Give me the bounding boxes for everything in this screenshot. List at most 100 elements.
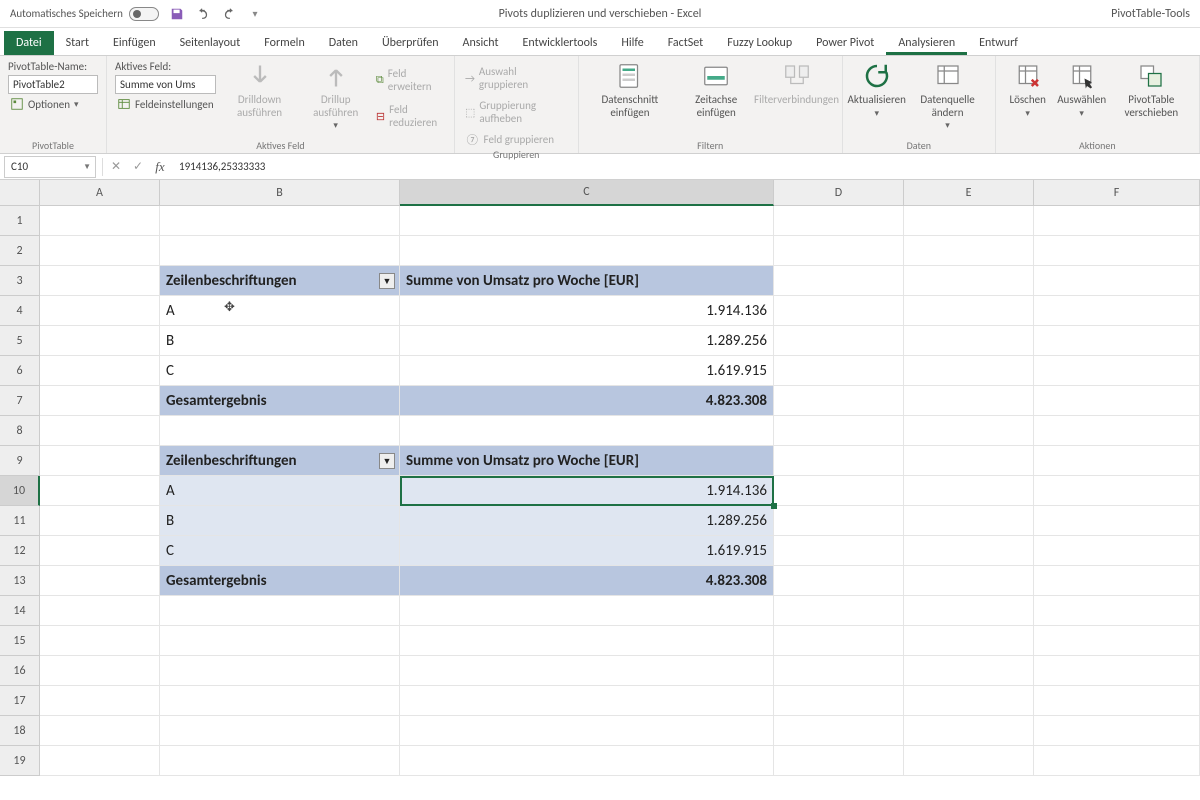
cell[interactable] (1034, 536, 1200, 566)
col-header-d[interactable]: D (774, 180, 904, 206)
cell[interactable] (40, 416, 160, 446)
cell[interactable] (400, 656, 774, 686)
cell[interactable] (160, 626, 400, 656)
pivottable-name-input[interactable]: PivotTable2 (8, 75, 98, 94)
select-all-cell[interactable] (0, 180, 40, 206)
tab-data[interactable]: Daten (317, 31, 370, 55)
cell[interactable] (400, 746, 774, 776)
pivot-header-values[interactable]: Summe von Umsatz pro Woche [EUR] (400, 266, 774, 296)
cell[interactable] (774, 266, 904, 296)
row-header[interactable]: 11 (0, 506, 40, 536)
tab-insert[interactable]: Einfügen (101, 31, 168, 55)
select-button[interactable]: Auswählen ▾ (1058, 60, 1106, 119)
autosave-toggle[interactable]: Automatisches Speichern (10, 7, 159, 21)
cell[interactable] (40, 746, 160, 776)
row-header[interactable]: 14 (0, 596, 40, 626)
pivottable-options-button[interactable]: Optionen ▾ (8, 96, 98, 112)
row-header[interactable]: 17 (0, 686, 40, 716)
col-header-c[interactable]: C (400, 180, 774, 206)
tab-analyze[interactable]: Analysieren (886, 31, 967, 55)
cell[interactable] (160, 686, 400, 716)
cell[interactable] (400, 686, 774, 716)
insert-slicer-button[interactable]: Datenschnitt einfügen (587, 60, 674, 119)
cell[interactable] (1034, 686, 1200, 716)
row-header[interactable]: 1 (0, 206, 40, 236)
row-header[interactable]: 5 (0, 326, 40, 356)
row-header[interactable]: 2 (0, 236, 40, 266)
cell[interactable] (904, 536, 1034, 566)
cell[interactable] (774, 506, 904, 536)
pivot-value-active[interactable]: 1.914.136 (400, 476, 774, 506)
cell[interactable] (904, 656, 1034, 686)
cell[interactable] (40, 206, 160, 236)
cell[interactable] (40, 656, 160, 686)
cell[interactable] (40, 356, 160, 386)
cell[interactable] (904, 476, 1034, 506)
insert-function-button[interactable]: fx (149, 156, 171, 178)
cell[interactable] (774, 626, 904, 656)
cell[interactable] (904, 746, 1034, 776)
drillup-button[interactable]: Drillup ausführen ▾ (303, 60, 367, 132)
cell[interactable] (774, 416, 904, 446)
cell[interactable] (1034, 326, 1200, 356)
undo-icon[interactable] (195, 6, 211, 22)
pivot-header-values[interactable]: Summe von Umsatz pro Woche [EUR] (400, 446, 774, 476)
cell[interactable] (160, 596, 400, 626)
tab-review[interactable]: Überprüfen (370, 31, 451, 55)
col-header-e[interactable]: E (904, 180, 1034, 206)
cell[interactable] (400, 716, 774, 746)
col-header-b[interactable]: B (160, 180, 400, 206)
ungroup-button[interactable]: ⬚ Gruppierung aufheben (463, 98, 570, 126)
row-header[interactable]: 3 (0, 266, 40, 296)
cell[interactable] (904, 506, 1034, 536)
cell[interactable] (160, 746, 400, 776)
cell[interactable] (904, 566, 1034, 596)
cell[interactable] (774, 236, 904, 266)
cell[interactable] (904, 236, 1034, 266)
cell[interactable] (40, 506, 160, 536)
tab-pagelayout[interactable]: Seitenlayout (168, 31, 253, 55)
tab-powerpivot[interactable]: Power Pivot (804, 31, 886, 55)
tab-factset[interactable]: FactSet (656, 31, 715, 55)
pivot-value[interactable]: 1.619.915 (400, 536, 774, 566)
row-header[interactable]: 19 (0, 746, 40, 776)
cell[interactable] (904, 416, 1034, 446)
cell[interactable] (904, 446, 1034, 476)
pivot-value[interactable]: 1.914.136 (400, 296, 774, 326)
pivot-row-label[interactable]: A (160, 476, 400, 506)
cell[interactable] (774, 296, 904, 326)
cell[interactable] (904, 356, 1034, 386)
qat-customize-icon[interactable]: ▾ (247, 6, 263, 22)
insert-timeline-button[interactable]: Zeitachse einfügen (679, 60, 753, 119)
cell[interactable] (400, 206, 774, 236)
pivot-row-label[interactable]: B (160, 506, 400, 536)
row-header[interactable]: 6 (0, 356, 40, 386)
cell[interactable] (40, 236, 160, 266)
row-header[interactable]: 12 (0, 536, 40, 566)
filter-dropdown-icon[interactable]: ▼ (379, 453, 395, 469)
cell[interactable] (1034, 356, 1200, 386)
cell[interactable] (40, 386, 160, 416)
formula-input[interactable]: 1914136,25333333 (171, 160, 1200, 173)
cell[interactable] (904, 266, 1034, 296)
cell[interactable] (904, 206, 1034, 236)
name-box[interactable]: C10 ▼ (4, 156, 96, 178)
col-header-a[interactable]: A (40, 180, 160, 206)
change-source-button[interactable]: Datenquelle ändern ▾ (908, 60, 986, 132)
move-pivot-button[interactable]: PivotTable verschieben (1112, 60, 1191, 119)
cell[interactable] (774, 206, 904, 236)
enter-icon[interactable]: ✓ (127, 156, 149, 178)
cell[interactable] (1034, 596, 1200, 626)
pivot-row-label[interactable]: A (160, 296, 400, 326)
toggle-switch-icon[interactable] (129, 7, 159, 21)
pivot-total-label[interactable]: Gesamtergebnis (160, 566, 400, 596)
pivot-total-label[interactable]: Gesamtergebnis (160, 386, 400, 416)
cell[interactable] (904, 296, 1034, 326)
row-header[interactable]: 15 (0, 626, 40, 656)
reduce-field-button[interactable]: ⊟ Feld reduzieren (374, 102, 446, 130)
tab-fuzzylookup[interactable]: Fuzzy Lookup (715, 31, 804, 55)
cell[interactable] (400, 416, 774, 446)
row-header[interactable]: 9 (0, 446, 40, 476)
cell[interactable] (774, 476, 904, 506)
cell[interactable] (40, 536, 160, 566)
